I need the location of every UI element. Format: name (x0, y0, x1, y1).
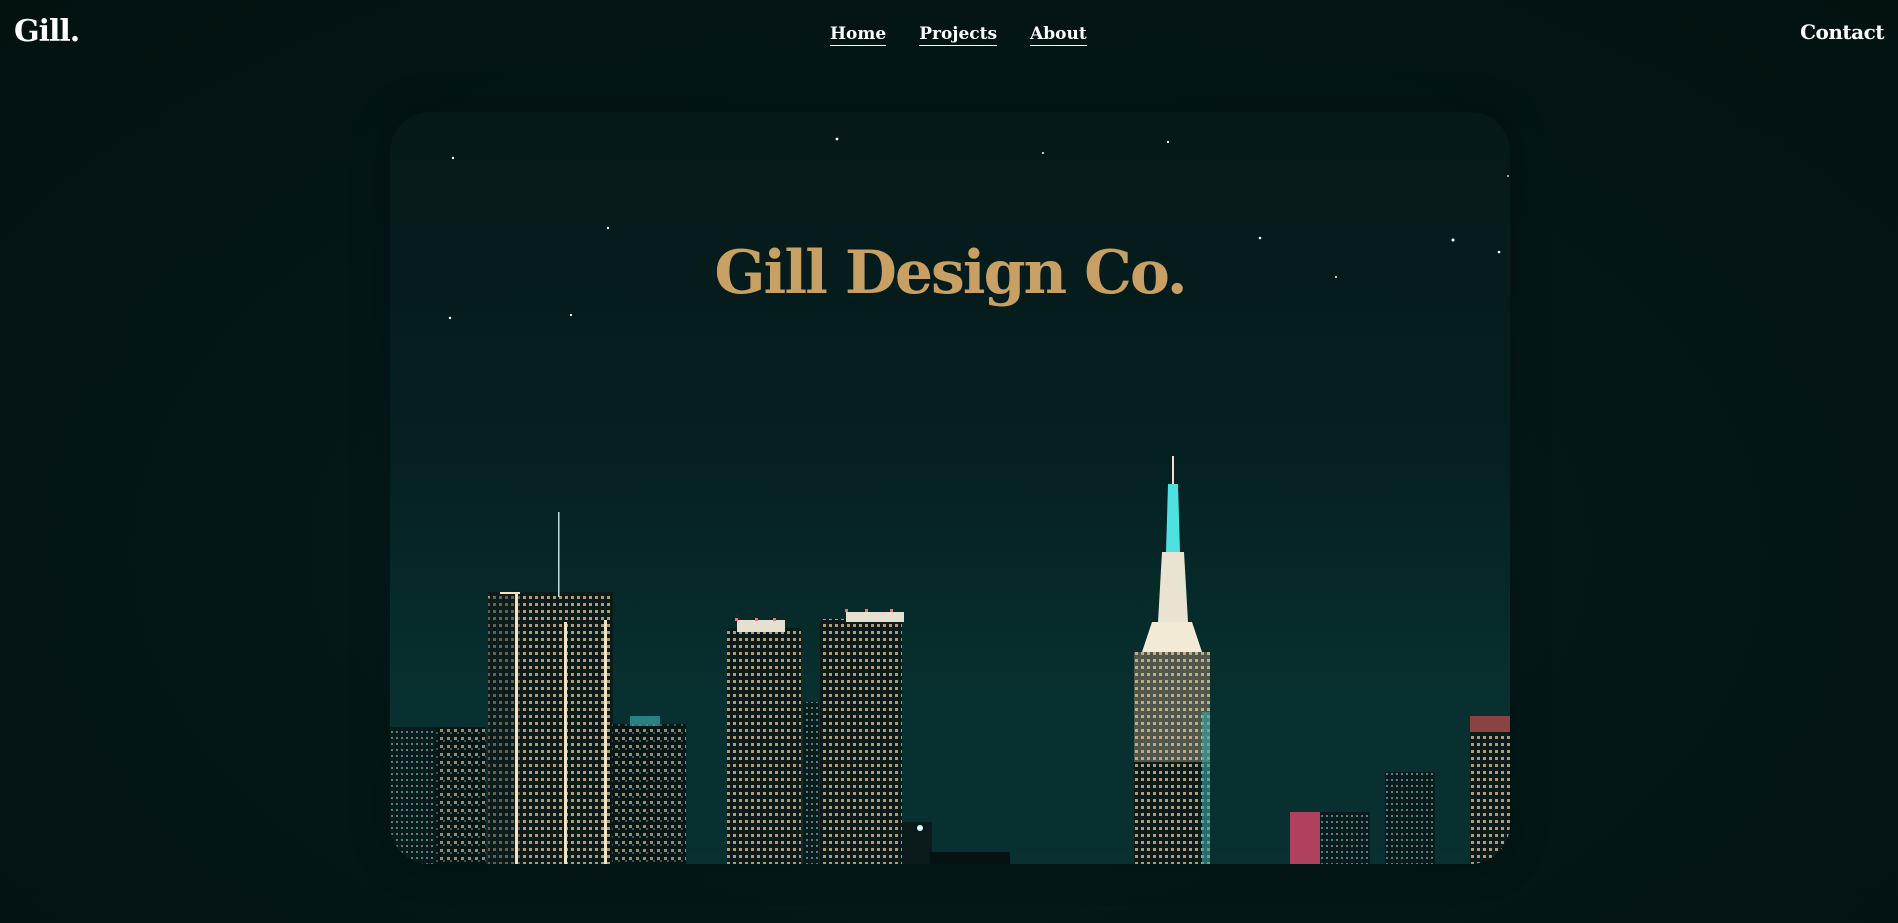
main-nav: Home Projects About (830, 24, 1087, 46)
hero-image: Gill Design Co. (390, 112, 1510, 864)
nav-link-projects[interactable]: Projects (919, 24, 998, 46)
city-skyline-illustration (390, 137, 1510, 864)
page: Gill. Home Projects About Contact Gill D… (0, 0, 1898, 923)
nav-link-home[interactable]: Home (830, 24, 887, 46)
site-logo[interactable]: Gill. (14, 14, 80, 49)
nav-link-about[interactable]: About (1030, 24, 1087, 46)
hero-title: Gill Design Co. (714, 238, 1187, 308)
contact-link[interactable]: Contact (1800, 20, 1884, 44)
